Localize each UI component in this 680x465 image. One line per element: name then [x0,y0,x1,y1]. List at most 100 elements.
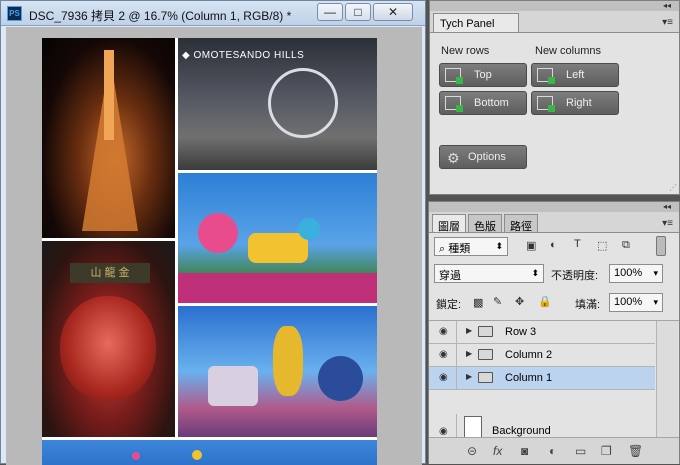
row-bottom-icon [445,96,463,112]
filter-toggle[interactable] [656,236,666,256]
photoshop-icon: PS [7,6,22,21]
canvas-area[interactable]: ◆ OMOTESANDO HILLS 山 龍 金 [6,27,422,465]
float-shape [273,326,303,396]
float-shape [198,213,238,253]
add-row-bottom-button[interactable]: Bottom [439,91,527,115]
fx-icon[interactable]: fx [493,444,502,458]
lock-all-icon[interactable]: 🔒 [538,295,552,308]
opacity-value: 100% [614,267,643,279]
chevron-down-icon: ⬍ [495,241,503,251]
lantern-shape [60,296,156,401]
tab-paths[interactable]: 路徑 [504,214,538,233]
search-icon: ⌕ [439,243,449,255]
disclosure-triangle-icon[interactable]: ▶ [466,326,472,335]
layers-scrollbar[interactable] [656,321,678,438]
lock-position-icon[interactable]: ✥ [515,295,524,308]
tab-layers[interactable]: 圖層 [432,214,466,233]
smart-object-filter-icon[interactable]: ⧉ [622,239,630,252]
panel-menu-icon[interactable]: ▾≡ [662,17,673,28]
add-row-top-button[interactable]: Top [439,63,527,87]
panel-dock-strip[interactable]: ◂◂ [430,1,679,11]
disclosure-triangle-icon[interactable]: ▶ [466,372,472,381]
resize-grip-icon[interactable]: ⋰ [669,183,677,192]
tych-panel-body: New rows New columns Top Left Bottom Rig… [430,33,679,194]
float-shape [132,452,140,460]
layer-list: ◉ ▶ Row 3 ◉ ▶ Column 2 ◉ ▶ Column 1 ◉ Ba… [429,320,679,450]
mask-icon[interactable]: ◙ [521,444,528,458]
folder-icon [478,372,493,383]
close-button[interactable]: ✕ [373,3,413,21]
options-button[interactable]: ⚙ Options [439,145,527,169]
layer-name: Column 2 [505,349,553,361]
column-right-icon [537,96,555,112]
parade-photo-2 [178,306,377,437]
opacity-field[interactable]: 100% ▾ [609,264,663,283]
adjustment-filter-icon[interactable]: ◐ [550,239,557,251]
blend-mode-select[interactable]: 穿過 ⬍ [434,264,544,283]
add-column-right-button[interactable]: Right [531,91,619,115]
eye-icon[interactable]: ◉ [439,349,448,360]
pixel-filter-icon[interactable]: ▣ [526,239,536,252]
float-shape [208,366,258,406]
document-title: DSC_7936 拷貝 2 @ 16.7% (Column 1, RGB/8) … [29,9,292,23]
add-column-left-button[interactable]: Left [531,63,619,87]
new-layer-icon[interactable]: ❐ [601,444,612,458]
image-canvas[interactable]: ◆ OMOTESANDO HILLS 山 龍 金 [42,38,377,465]
float-base [178,273,377,303]
document-titlebar[interactable]: PS DSC_7936 拷貝 2 @ 16.7% (Column 1, RGB/… [1,1,425,26]
layers-panel: ◂◂ 圖層 色版 路徑 ▾≡ ⌕ 種類 ⬍ ▣ ◐ T ⬚ ⧉ 穿過 ⬍ 不透明… [428,201,680,464]
new-rows-label: New rows [441,45,490,57]
group-icon[interactable]: ▭ [575,444,586,458]
float-shape [192,450,202,460]
add-row-bottom-label: Bottom [474,97,509,109]
panel-menu-icon[interactable]: ▾≡ [662,218,673,229]
parade-photo-1 [178,173,377,303]
layer-name: Background [492,425,551,437]
layer-name: Column 1 [505,372,553,384]
eye-icon[interactable]: ◉ [439,426,448,437]
adjustment-icon[interactable]: ◐ [549,444,556,458]
options-label: Options [468,151,506,163]
new-columns-label: New columns [535,45,602,57]
lock-transparent-icon[interactable]: ▩ [473,296,483,309]
blend-mode-value: 穿過 [439,270,461,282]
double-chevron-icon[interactable]: ◂◂ [663,1,671,10]
lock-label: 鎖定: [436,299,462,311]
lantern-photo: 山 龍 金 [42,241,175,437]
folder-icon [478,326,493,337]
maximize-button[interactable]: □ [345,3,371,21]
chevron-down-icon: ▾ [653,297,658,307]
link-icon[interactable]: ⊝ [467,444,477,458]
panel-dock-strip[interactable]: ◂◂ [429,202,679,212]
float-shape [298,218,320,240]
fill-label: 填滿: [575,299,601,311]
layers-panel-body: ⌕ 種類 ⬍ ▣ ◐ T ⬚ ⧉ 穿過 ⬍ 不透明度: 100% ▾ 鎖定: ▩… [429,232,679,464]
gear-icon: ⚙ [447,150,460,166]
document-window: PS DSC_7936 拷貝 2 @ 16.7% (Column 1, RGB/… [0,0,426,465]
row-top-icon [445,68,463,84]
trash-icon[interactable]: 🗑 [628,444,643,458]
layer-row-row-3[interactable]: ◉ ▶ Row 3 [429,321,655,344]
lock-pixels-icon[interactable]: ✎ [493,295,502,308]
eye-icon[interactable]: ◉ [439,372,448,383]
tych-panel: ◂◂ Tych Panel ▾≡ New rows New columns To… [429,0,680,195]
double-chevron-icon[interactable]: ◂◂ [663,202,671,211]
tab-tych-panel[interactable]: Tych Panel [433,13,519,33]
disclosure-triangle-icon[interactable]: ▶ [466,349,472,358]
type-filter-icon[interactable]: T [574,238,581,250]
add-column-left-label: Left [566,69,585,81]
tab-channels[interactable]: 色版 [468,214,502,233]
add-row-top-label: Top [474,69,492,81]
layer-row-column-1[interactable]: ◉ ▶ Column 1 [429,367,655,390]
shape-filter-icon[interactable]: ⬚ [597,239,607,252]
minimize-button[interactable]: — [317,3,343,21]
filter-value: 種類 [448,243,471,255]
chevron-down-icon: ⬍ [531,268,539,278]
carriage-photo: ◆ OMOTESANDO HILLS [178,38,377,170]
fill-field[interactable]: 100% ▾ [609,293,663,312]
folder-icon [478,349,493,360]
layer-filter-select[interactable]: ⌕ 種類 ⬍ [434,237,508,256]
layer-row-column-2[interactable]: ◉ ▶ Column 2 [429,344,655,367]
opacity-label: 不透明度: [551,270,599,282]
eye-icon[interactable]: ◉ [439,326,448,337]
